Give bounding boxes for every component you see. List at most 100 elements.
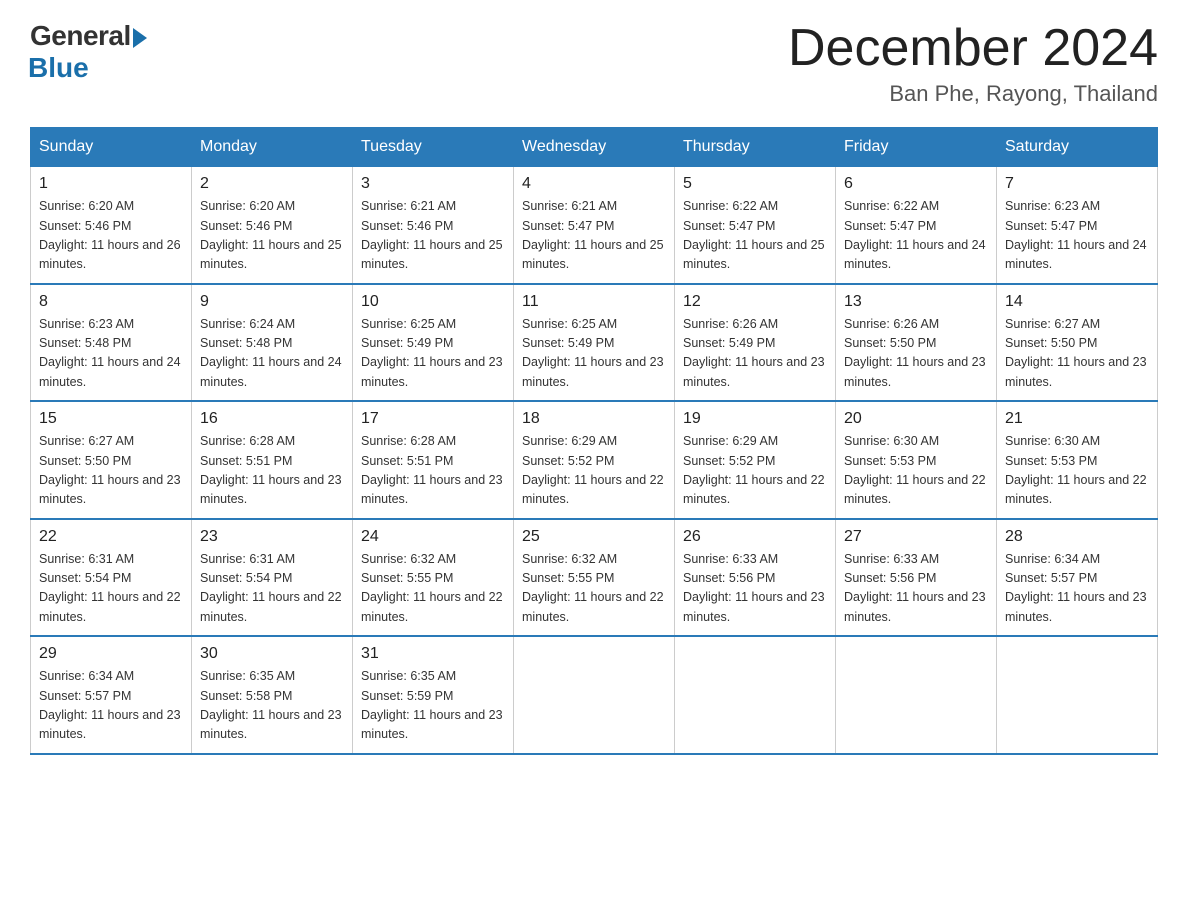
day-number: 12	[683, 293, 827, 311]
calendar-cell: 8 Sunrise: 6:23 AMSunset: 5:48 PMDaylight…	[31, 284, 192, 402]
day-number: 15	[39, 410, 183, 428]
calendar-cell: 11 Sunrise: 6:25 AMSunset: 5:49 PMDayligh…	[514, 284, 675, 402]
day-info: Sunrise: 6:21 AMSunset: 5:46 PMDaylight:…	[361, 197, 505, 275]
day-info: Sunrise: 6:23 AMSunset: 5:48 PMDaylight:…	[39, 315, 183, 393]
day-header-friday: Friday	[836, 128, 997, 167]
calendar-cell: 17 Sunrise: 6:28 AMSunset: 5:51 PMDayligh…	[353, 401, 514, 519]
day-info: Sunrise: 6:20 AMSunset: 5:46 PMDaylight:…	[39, 197, 183, 275]
day-header-thursday: Thursday	[675, 128, 836, 167]
day-number: 6	[844, 175, 988, 193]
calendar-cell: 9 Sunrise: 6:24 AMSunset: 5:48 PMDaylight…	[192, 284, 353, 402]
day-info: Sunrise: 6:29 AMSunset: 5:52 PMDaylight:…	[522, 432, 666, 510]
day-info: Sunrise: 6:33 AMSunset: 5:56 PMDaylight:…	[683, 550, 827, 628]
day-number: 4	[522, 175, 666, 193]
page-header: General Blue December 2024 Ban Phe, Rayo…	[30, 20, 1158, 107]
calendar-cell: 27Sunrise: 6:33 AMSunset: 5:56 PMDayligh…	[836, 519, 997, 637]
calendar-cell: 23Sunrise: 6:31 AMSunset: 5:54 PMDayligh…	[192, 519, 353, 637]
day-number: 14	[1005, 293, 1149, 311]
day-number: 11	[522, 293, 666, 311]
calendar-cell: 16 Sunrise: 6:28 AMSunset: 5:51 PMDayligh…	[192, 401, 353, 519]
calendar-cell: 2Sunrise: 6:20 AMSunset: 5:46 PMDaylight…	[192, 167, 353, 284]
day-info: Sunrise: 6:29 AMSunset: 5:52 PMDaylight:…	[683, 432, 827, 510]
day-info: Sunrise: 6:27 AMSunset: 5:50 PMDaylight:…	[1005, 315, 1149, 393]
calendar-cell: 29 Sunrise: 6:34 AMSunset: 5:57 PMDayligh…	[31, 636, 192, 754]
day-info: Sunrise: 6:27 AMSunset: 5:50 PMDaylight:…	[39, 432, 183, 510]
calendar-cell: 21 Sunrise: 6:30 AMSunset: 5:53 PMDayligh…	[997, 401, 1158, 519]
calendar-cell: 22 Sunrise: 6:31 AMSunset: 5:54 PMDayligh…	[31, 519, 192, 637]
calendar-cell: 30 Sunrise: 6:35 AMSunset: 5:58 PMDayligh…	[192, 636, 353, 754]
day-number: 20	[844, 410, 988, 428]
day-number: 26	[683, 528, 827, 546]
calendar-cell	[675, 636, 836, 754]
logo-arrow-icon	[133, 28, 147, 48]
calendar-cell: 1Sunrise: 6:20 AMSunset: 5:46 PMDaylight…	[31, 167, 192, 284]
logo-general-text: General	[30, 20, 131, 52]
month-title: December 2024	[788, 20, 1158, 77]
day-number: 21	[1005, 410, 1149, 428]
day-number: 16	[200, 410, 344, 428]
day-header-tuesday: Tuesday	[353, 128, 514, 167]
day-header-sunday: Sunday	[31, 128, 192, 167]
calendar-cell: 19 Sunrise: 6:29 AMSunset: 5:52 PMDayligh…	[675, 401, 836, 519]
day-info: Sunrise: 6:31 AMSunset: 5:54 PMDaylight:…	[39, 550, 183, 628]
calendar-cell: 18Sunrise: 6:29 AMSunset: 5:52 PMDayligh…	[514, 401, 675, 519]
day-header-monday: Monday	[192, 128, 353, 167]
day-info: Sunrise: 6:35 AMSunset: 5:59 PMDaylight:…	[361, 667, 505, 745]
day-number: 8	[39, 293, 183, 311]
calendar-cell: 7 Sunrise: 6:23 AMSunset: 5:47 PMDaylight…	[997, 167, 1158, 284]
day-number: 23	[200, 528, 344, 546]
day-number: 19	[683, 410, 827, 428]
calendar-cell: 26 Sunrise: 6:33 AMSunset: 5:56 PMDayligh…	[675, 519, 836, 637]
calendar-cell: 15 Sunrise: 6:27 AMSunset: 5:50 PMDayligh…	[31, 401, 192, 519]
title-section: December 2024 Ban Phe, Rayong, Thailand	[788, 20, 1158, 107]
day-number: 3	[361, 175, 505, 193]
day-info: Sunrise: 6:34 AMSunset: 5:57 PMDaylight:…	[1005, 550, 1149, 628]
day-info: Sunrise: 6:20 AMSunset: 5:46 PMDaylight:…	[200, 197, 344, 275]
day-info: Sunrise: 6:35 AMSunset: 5:58 PMDaylight:…	[200, 667, 344, 745]
calendar-cell: 13 Sunrise: 6:26 AMSunset: 5:50 PMDayligh…	[836, 284, 997, 402]
day-number: 25	[522, 528, 666, 546]
day-info: Sunrise: 6:22 AMSunset: 5:47 PMDaylight:…	[683, 197, 827, 275]
day-info: Sunrise: 6:22 AMSunset: 5:47 PMDaylight:…	[844, 197, 988, 275]
day-info: Sunrise: 6:28 AMSunset: 5:51 PMDaylight:…	[200, 432, 344, 510]
logo: General Blue	[30, 20, 147, 84]
day-number: 10	[361, 293, 505, 311]
day-number: 30	[200, 645, 344, 663]
calendar-cell: 14 Sunrise: 6:27 AMSunset: 5:50 PMDayligh…	[997, 284, 1158, 402]
day-number: 22	[39, 528, 183, 546]
calendar-cell: 4 Sunrise: 6:21 AMSunset: 5:47 PMDaylight…	[514, 167, 675, 284]
day-number: 29	[39, 645, 183, 663]
day-number: 5	[683, 175, 827, 193]
day-info: Sunrise: 6:26 AMSunset: 5:50 PMDaylight:…	[844, 315, 988, 393]
day-number: 24	[361, 528, 505, 546]
calendar-cell	[836, 636, 997, 754]
day-info: Sunrise: 6:32 AMSunset: 5:55 PMDaylight:…	[522, 550, 666, 628]
calendar-table: SundayMondayTuesdayWednesdayThursdayFrid…	[30, 127, 1158, 755]
day-info: Sunrise: 6:23 AMSunset: 5:47 PMDaylight:…	[1005, 197, 1149, 275]
day-number: 28	[1005, 528, 1149, 546]
calendar-cell: 31 Sunrise: 6:35 AMSunset: 5:59 PMDayligh…	[353, 636, 514, 754]
day-number: 9	[200, 293, 344, 311]
day-info: Sunrise: 6:28 AMSunset: 5:51 PMDaylight:…	[361, 432, 505, 510]
calendar-cell: 12Sunrise: 6:26 AMSunset: 5:49 PMDayligh…	[675, 284, 836, 402]
day-info: Sunrise: 6:25 AMSunset: 5:49 PMDaylight:…	[522, 315, 666, 393]
calendar-cell: 24 Sunrise: 6:32 AMSunset: 5:55 PMDayligh…	[353, 519, 514, 637]
logo-blue-text: Blue	[28, 52, 89, 84]
day-number: 31	[361, 645, 505, 663]
calendar-cell: 10Sunrise: 6:25 AMSunset: 5:49 PMDayligh…	[353, 284, 514, 402]
day-number: 13	[844, 293, 988, 311]
day-header-saturday: Saturday	[997, 128, 1158, 167]
day-info: Sunrise: 6:32 AMSunset: 5:55 PMDaylight:…	[361, 550, 505, 628]
day-info: Sunrise: 6:21 AMSunset: 5:47 PMDaylight:…	[522, 197, 666, 275]
day-number: 17	[361, 410, 505, 428]
calendar-cell: 25 Sunrise: 6:32 AMSunset: 5:55 PMDayligh…	[514, 519, 675, 637]
day-info: Sunrise: 6:34 AMSunset: 5:57 PMDaylight:…	[39, 667, 183, 745]
day-info: Sunrise: 6:33 AMSunset: 5:56 PMDaylight:…	[844, 550, 988, 628]
day-number: 7	[1005, 175, 1149, 193]
calendar-cell: 5 Sunrise: 6:22 AMSunset: 5:47 PMDaylight…	[675, 167, 836, 284]
day-info: Sunrise: 6:30 AMSunset: 5:53 PMDaylight:…	[1005, 432, 1149, 510]
calendar-cell	[997, 636, 1158, 754]
calendar-cell	[514, 636, 675, 754]
calendar-cell: 6 Sunrise: 6:22 AMSunset: 5:47 PMDaylight…	[836, 167, 997, 284]
day-info: Sunrise: 6:24 AMSunset: 5:48 PMDaylight:…	[200, 315, 344, 393]
